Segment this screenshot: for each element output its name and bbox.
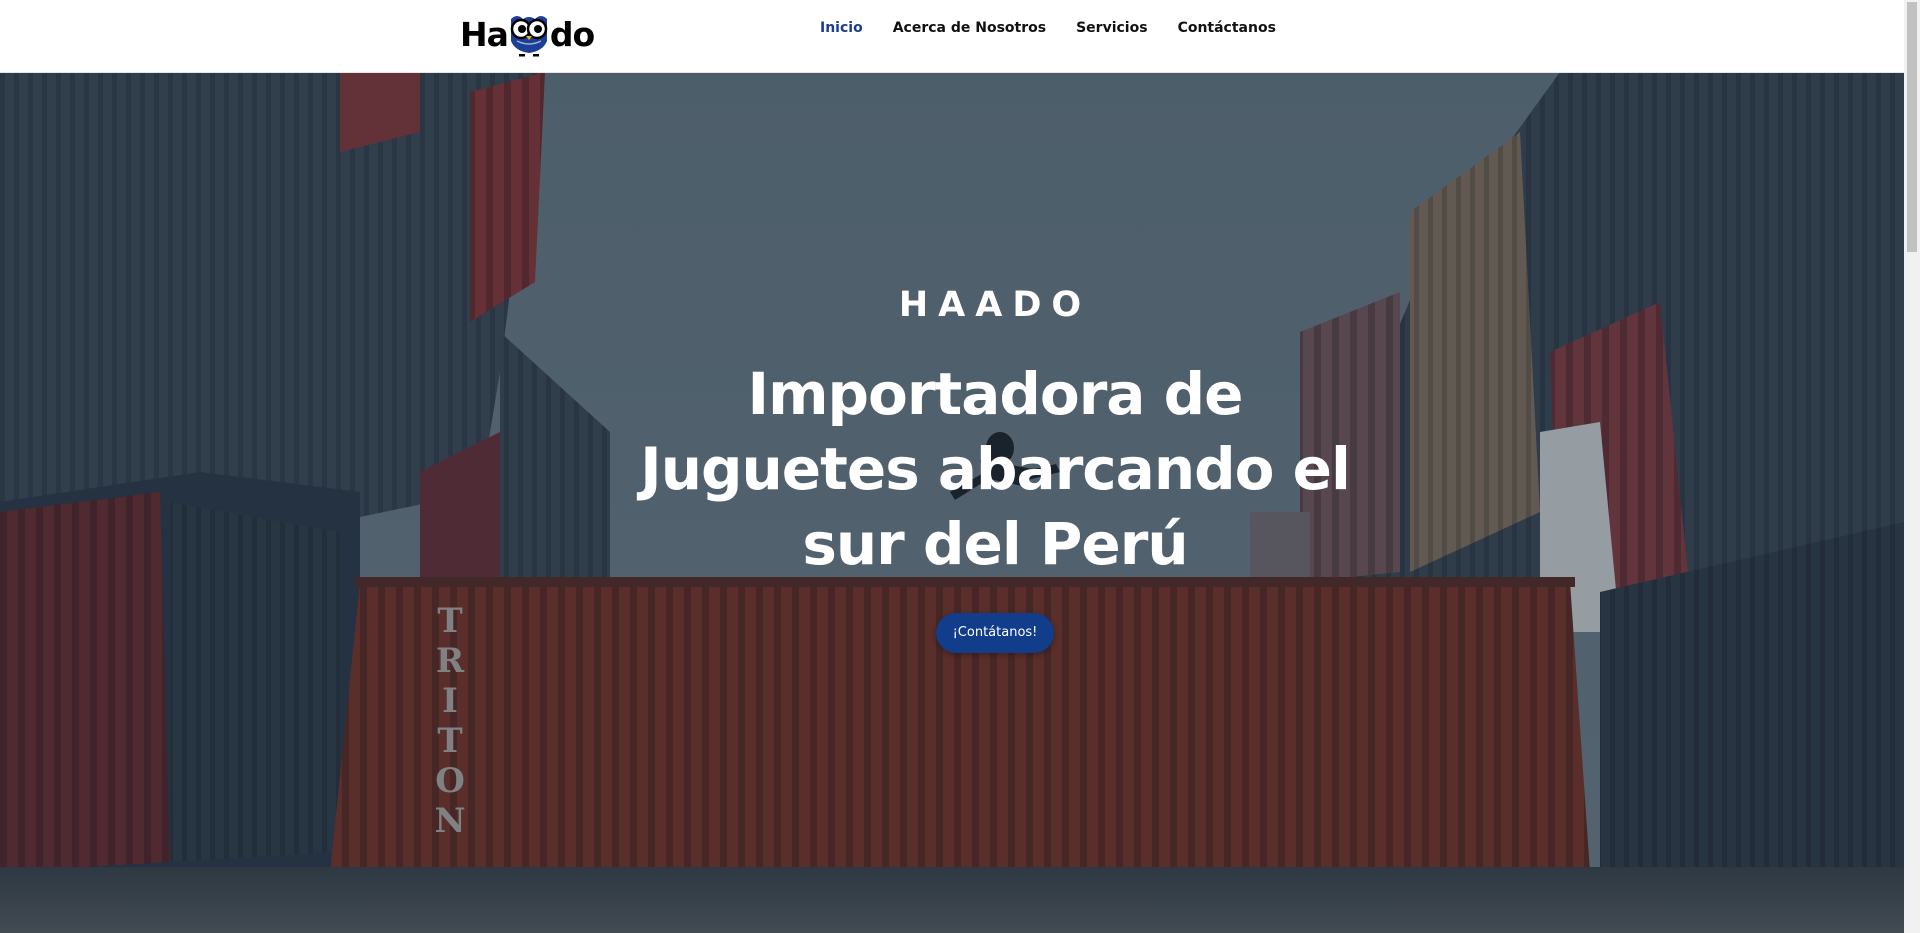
page: Ha do Inicio Acerca de Nosotros Servicio… <box>0 0 1920 933</box>
main-nav: Inicio Acerca de Nosotros Servicios Cont… <box>820 0 1306 56</box>
nav-item-servicios[interactable]: Servicios <box>1076 20 1147 36</box>
site-header: Ha do Inicio Acerca de Nosotros Servicio… <box>0 0 1904 73</box>
nav-item-acerca[interactable]: Acerca de Nosotros <box>893 20 1046 36</box>
vertical-scrollbar[interactable] <box>1904 0 1920 933</box>
scrollbar-thumb[interactable] <box>1907 2 1917 252</box>
hero-headline: Importadora de Juguetes abarcando el sur… <box>640 360 1351 578</box>
hero-kicker: HAADO <box>898 285 1092 325</box>
logo-text-start: Ha <box>460 14 509 54</box>
haado-logo[interactable]: Ha do <box>460 8 595 60</box>
contact-cta-button[interactable]: ¡Contátanos! <box>936 613 1054 653</box>
hero-section: TRITON HAADO Importadora de Juguetes aba… <box>0 72 1904 933</box>
nav-item-inicio[interactable]: Inicio <box>820 20 863 36</box>
logo-text-end: do <box>549 14 595 54</box>
nav-item-contactanos[interactable]: Contáctanos <box>1178 20 1276 36</box>
owl-logo-icon <box>507 11 551 57</box>
